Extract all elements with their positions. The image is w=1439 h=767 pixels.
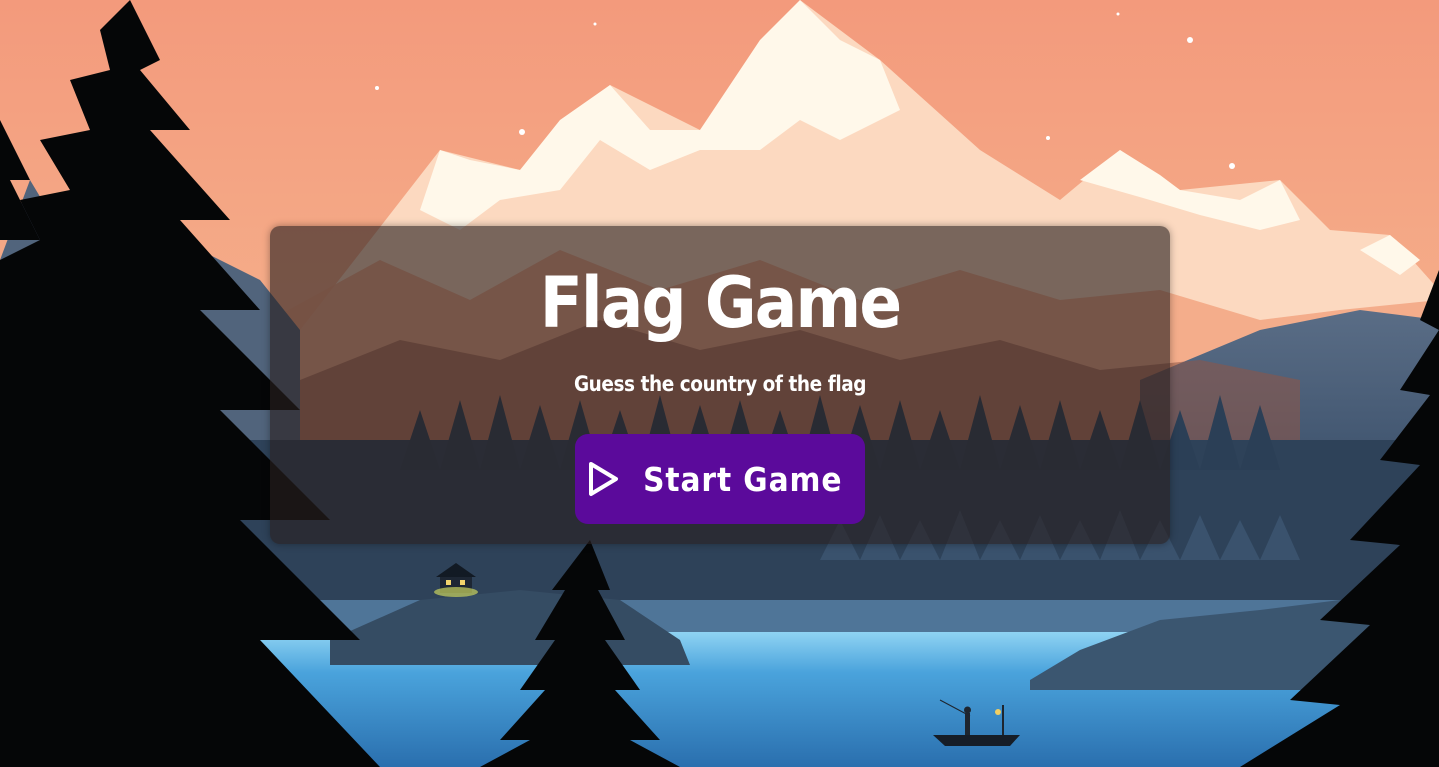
welcome-card: Flag Game Guess the country of the flag … [270,226,1170,544]
page-subtitle: Guess the country of the flag [573,372,867,396]
start-game-button[interactable]: Start Game [575,434,865,524]
play-icon [589,462,619,496]
start-game-label: Start Game [643,459,843,499]
page-title: Flag Game [539,262,902,344]
